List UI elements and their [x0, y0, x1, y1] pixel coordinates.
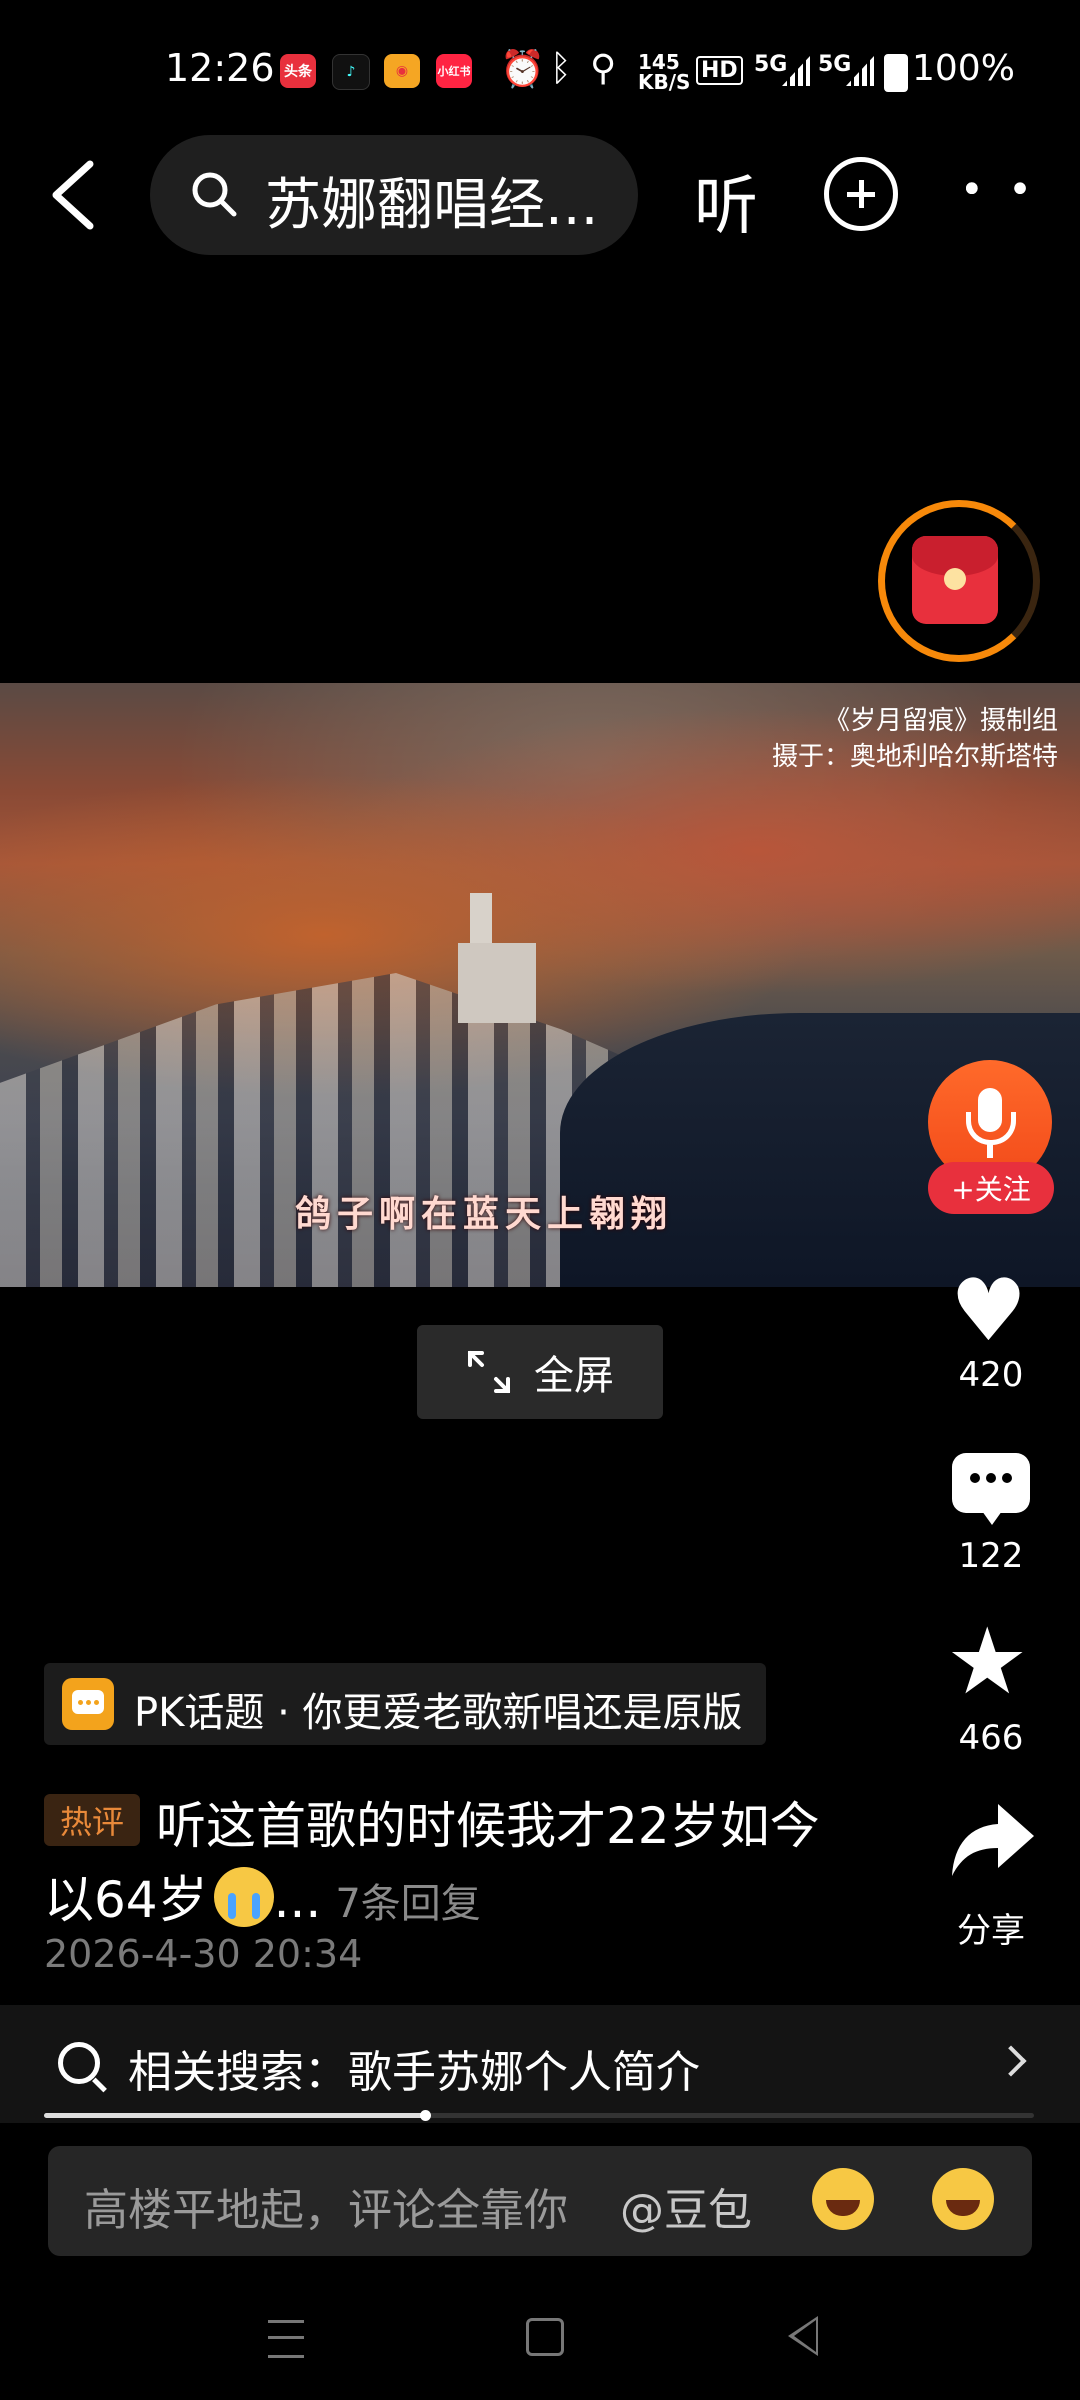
weibo-app-icon: ◉: [384, 54, 420, 88]
bluetooth-icon: ᛒ: [550, 48, 572, 89]
favorite-count: 466: [958, 1718, 1024, 1758]
like-heart-icon[interactable]: ♥: [950, 1268, 1027, 1354]
douyin-app-icon: ♪: [332, 54, 370, 90]
fullscreen-button[interactable]: 全屏: [417, 1325, 663, 1419]
battery-percent: 100%: [912, 48, 1015, 89]
comment-date: 2026-4-30 20:34: [44, 1932, 363, 1976]
red-packet-icon[interactable]: [912, 536, 998, 624]
video-player[interactable]: 《岁月留痕》摄制组 摄于：奥地利哈尔斯塔特 鸽子啊在蓝天上翱翔: [0, 683, 1080, 1287]
comment-icon[interactable]: [952, 1453, 1030, 1525]
search-icon: [192, 172, 237, 217]
back-arrow-icon[interactable]: [50, 160, 96, 230]
laughing-emoji-icon[interactable]: [812, 2168, 874, 2230]
net-speed: 145 KB/S: [638, 50, 691, 94]
comment-line2[interactable]: 以64岁... 7条回复: [44, 1860, 481, 1932]
nav-menu-icon[interactable]: [268, 2320, 304, 2358]
nav-home-icon[interactable]: [526, 2318, 564, 2356]
mention-doubao[interactable]: @豆包: [620, 2174, 752, 2238]
nav-back-icon[interactable]: [788, 2316, 818, 2356]
video-credit: 《岁月留痕》摄制组 摄于：奥地利哈尔斯塔特: [771, 706, 1058, 772]
pk-topic-text: PK话题 · 你更爱老歌新唱还是原版: [134, 1690, 743, 1736]
alarm-icon: ⏰: [500, 49, 545, 90]
add-icon[interactable]: [824, 157, 898, 231]
xiaohongshu-app-icon: 小红书: [436, 54, 472, 88]
rofl-emoji-icon[interactable]: [932, 2168, 994, 2230]
fullscreen-label: 全屏: [534, 1353, 614, 1399]
comment-placeholder: 高楼平地起，评论全靠你: [84, 2185, 568, 2236]
crying-emoji-icon: [213, 1867, 274, 1927]
toutiao-app-icon: 头条: [280, 54, 316, 88]
location-icon: ⚲: [590, 48, 617, 89]
search-query: 苏娜翻唱经...: [265, 173, 599, 238]
expand-icon: [468, 1351, 510, 1393]
status-time: 12:26: [165, 46, 275, 90]
listen-button[interactable]: 听: [694, 155, 758, 247]
signal1-icon: 5G: [754, 52, 788, 77]
favorite-star-icon[interactable]: ★: [946, 1616, 1028, 1708]
video-progress-bar[interactable]: [44, 2110, 1034, 2121]
chat-bubble-icon: [62, 1678, 114, 1730]
follow-button[interactable]: +关注: [928, 1162, 1054, 1214]
related-search-text: 相关搜索：歌手苏娜个人简介: [128, 2047, 700, 2098]
search-icon: [58, 2042, 100, 2084]
comment-count: 122: [958, 1536, 1024, 1576]
like-count: 420: [958, 1355, 1024, 1395]
hd-badge: HD: [696, 56, 743, 85]
comment-line1[interactable]: 听这首歌的时候我才22岁如今: [156, 1786, 820, 1858]
hot-comment-badge: 热评: [44, 1794, 140, 1846]
battery-icon: [884, 54, 908, 92]
share-arrow-icon[interactable]: [948, 1800, 1036, 1880]
video-subtitle: 鸽子啊在蓝天上翱翔: [295, 1193, 674, 1235]
replies-link[interactable]: 7条回复: [335, 1881, 480, 1927]
signal2-icon: 5G: [818, 52, 852, 77]
share-label[interactable]: 分享: [940, 1903, 1042, 1952]
